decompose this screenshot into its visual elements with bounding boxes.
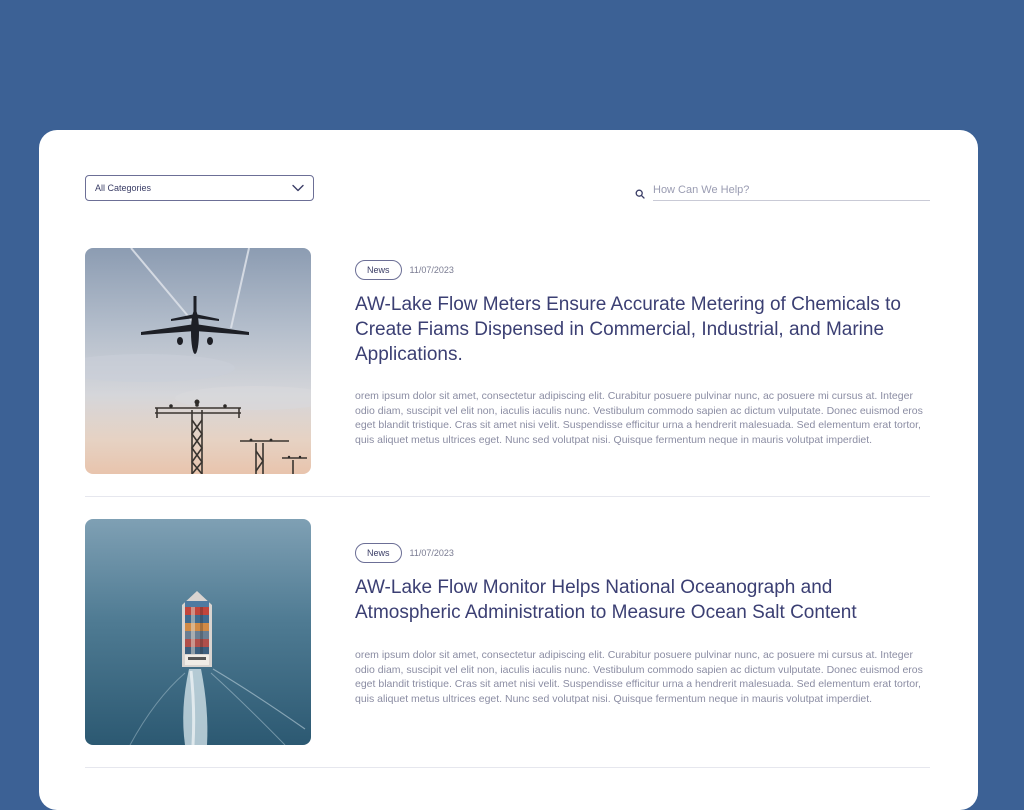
article-excerpt: orem ipsum dolor sit amet, consectetur a…	[355, 649, 923, 705]
article-item[interactable]: News 11/07/2023 AW-Lake Flow Meters Ensu…	[85, 248, 930, 474]
article-title[interactable]: AW-Lake Flow Monitor Helps National Ocea…	[355, 575, 930, 625]
article-divider	[85, 767, 930, 768]
article-title[interactable]: AW-Lake Flow Meters Ensure Accurate Mete…	[355, 292, 930, 367]
news-card: All Categories How Can We Help? News 11/…	[39, 130, 978, 810]
search-icon[interactable]	[635, 186, 645, 199]
chevron-down-icon	[292, 184, 304, 192]
article-date: 11/07/2023	[409, 265, 454, 275]
article-image-airplane[interactable]	[85, 248, 311, 474]
category-tag[interactable]: News	[355, 543, 402, 563]
article-image-ship[interactable]	[85, 519, 311, 745]
search-bar	[635, 182, 930, 204]
article-meta: News 11/07/2023	[355, 260, 454, 280]
category-dropdown[interactable]: All Categories	[85, 175, 314, 201]
article-divider	[85, 496, 930, 497]
article-item[interactable]: News 11/07/2023 AW-Lake Flow Monitor Hel…	[85, 519, 930, 745]
article-meta: News 11/07/2023	[355, 543, 454, 563]
search-input[interactable]	[653, 182, 930, 201]
article-date: 11/07/2023	[409, 548, 454, 558]
category-dropdown-label: All Categories	[95, 183, 152, 193]
article-excerpt: orem ipsum dolor sit amet, consectetur a…	[355, 390, 923, 446]
category-tag[interactable]: News	[355, 260, 402, 280]
